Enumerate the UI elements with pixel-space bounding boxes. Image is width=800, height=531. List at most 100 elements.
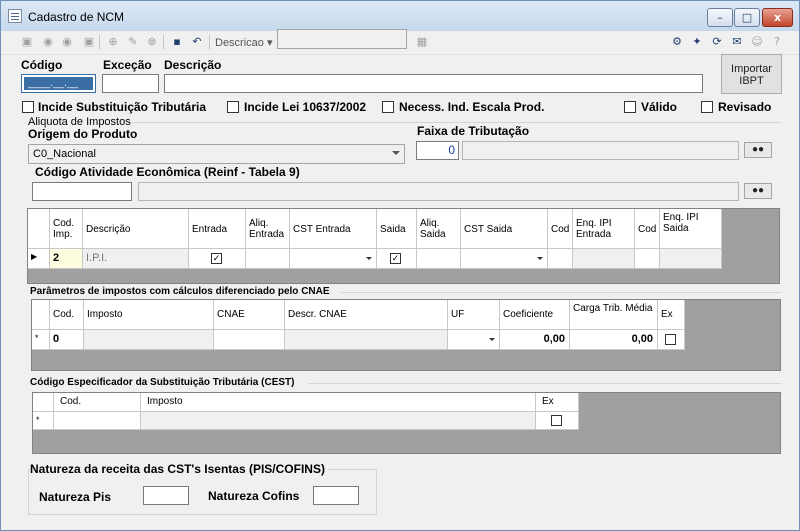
save-icon[interactable]: ▪	[169, 34, 185, 50]
faixa-label: Faixa de Tributação	[417, 124, 530, 138]
binoculars-icon: ●●	[751, 185, 765, 196]
col-cnae[interactable]: CNAE	[214, 300, 285, 330]
row-selector-icon[interactable]: ▶	[28, 249, 50, 269]
cell-cod-ipi-entrada[interactable]	[548, 249, 573, 269]
next-icon[interactable]: ◉	[59, 34, 75, 50]
import-ibpt-button[interactable]: Importar IBPT	[721, 54, 782, 94]
refresh-icon[interactable]: ⟳	[709, 34, 725, 50]
descricao-input[interactable]	[164, 74, 703, 93]
col-cnae-imposto[interactable]: Imposto	[84, 300, 214, 330]
cell-aliq-entrada[interactable]	[246, 249, 290, 269]
last-icon[interactable]: ▣	[81, 34, 97, 50]
col-cnae-cod[interactable]: Cod.	[50, 300, 84, 330]
close-button[interactable]: x	[762, 8, 793, 27]
cell-uf[interactable]	[448, 330, 500, 350]
cell-entrada[interactable]: ✓	[189, 249, 246, 269]
cell-cnae[interactable]	[214, 330, 285, 350]
cest-group-border	[308, 383, 781, 384]
col-cst-entrada[interactable]: CST Entrada	[290, 209, 377, 249]
valido-checkbox[interactable]	[624, 101, 636, 113]
cell-cest-cod[interactable]	[54, 412, 141, 430]
cnae-ex-checkbox[interactable]	[665, 334, 676, 345]
col-cest-cod[interactable]: Cod.	[54, 393, 141, 412]
chevron-down-icon	[392, 151, 400, 155]
excecao-input[interactable]	[102, 74, 159, 93]
col-entrada[interactable]: Entrada	[189, 209, 246, 249]
codigo-input[interactable]: ____.__.__	[21, 74, 96, 93]
origem-select[interactable]: C0_Nacional	[28, 144, 405, 164]
atividade-input[interactable]	[32, 182, 132, 201]
incide-lei-checkbox[interactable]	[227, 101, 239, 113]
col-uf[interactable]: UF	[448, 300, 500, 330]
cell-cod-imp[interactable]: 2	[50, 249, 83, 269]
config-icon[interactable]: ⚙	[669, 34, 685, 50]
natureza-cofins-input[interactable]	[313, 486, 359, 505]
cell-aliq-saida[interactable]	[417, 249, 461, 269]
escala-prod-checkbox[interactable]	[382, 101, 394, 113]
add-icon[interactable]: ⊕	[105, 34, 121, 50]
incide-st-label: Incide Substituição Tributária	[38, 100, 207, 114]
col-saida[interactable]: Saida	[377, 209, 417, 249]
cell-enq-ipi-entrada	[573, 249, 635, 269]
cell-saida[interactable]: ✓	[377, 249, 417, 269]
cell-carga-trib[interactable]: 0,00	[570, 330, 658, 350]
col-aliq-entrada[interactable]: Aliq. Entrada	[246, 209, 290, 249]
cell-cst-entrada[interactable]	[290, 249, 377, 269]
cest-ex-checkbox[interactable]	[551, 415, 562, 426]
col-cnae-ex[interactable]: Ex	[658, 300, 685, 330]
new-row-icon[interactable]: *	[32, 330, 50, 350]
cod-imp-value: 2	[53, 252, 60, 264]
col-cest-ex[interactable]: Ex	[536, 393, 579, 412]
row-header-corner	[32, 300, 50, 330]
col-cod-imp[interactable]: Cod. Imp.	[50, 209, 83, 249]
entrada-checkbox[interactable]: ✓	[211, 253, 222, 264]
col-enq-ipi-entrada[interactable]: Enq. IPI Entrada	[573, 209, 635, 249]
faixa-search-button[interactable]: ●●	[744, 142, 772, 158]
natureza-pis-input[interactable]	[143, 486, 189, 505]
col-descr-cnae[interactable]: Descr. CNAE	[285, 300, 448, 330]
edit-icon[interactable]: ✎	[125, 34, 141, 50]
col-enq-ipi-saida[interactable]: Enq. IPI Saida	[660, 209, 722, 249]
help-icon[interactable]: ?	[769, 34, 785, 50]
cell-coeficiente[interactable]: 0,00	[500, 330, 570, 350]
note-icon[interactable]: ✉	[729, 34, 745, 50]
saida-checkbox[interactable]: ✓	[390, 253, 401, 264]
cell-cnae-cod[interactable]: 0	[50, 330, 84, 350]
faixa-desc-input	[462, 141, 739, 160]
undo-icon[interactable]: ↶	[189, 34, 205, 50]
toolbar-separator	[99, 35, 100, 50]
col-aliq-saida[interactable]: Aliq. Saida	[417, 209, 461, 249]
revisado-label: Revisado	[718, 100, 772, 114]
col-descricao[interactable]: Descrição	[83, 209, 189, 249]
grid-icon[interactable]: ▦	[414, 34, 430, 50]
col-cest-imposto[interactable]: Imposto	[141, 393, 536, 412]
cnae-cod-value: 0	[53, 333, 60, 345]
cnae-group-title: Parâmetros de impostos com cálculos dife…	[30, 286, 330, 297]
user-icon[interactable]: ☺	[749, 34, 765, 50]
cell-cst-saida[interactable]	[461, 249, 548, 269]
col-carga-trib[interactable]: Carga Trib. Média	[570, 300, 658, 330]
col-coeficiente[interactable]: Coeficiente	[500, 300, 570, 330]
col-cod-ipi-entrada[interactable]: Cod	[548, 209, 573, 249]
cell-cnae-ex[interactable]	[658, 330, 685, 350]
search-input[interactable]	[277, 29, 407, 49]
revisado-checkbox[interactable]	[701, 101, 713, 113]
first-icon[interactable]: ▣	[19, 34, 35, 50]
cell-cest-ex[interactable]	[536, 412, 579, 430]
maximize-button[interactable]: □	[734, 8, 760, 27]
valido-label: Válido	[641, 100, 678, 114]
col-cod-ipi-saida[interactable]: Cod	[635, 209, 660, 249]
atividade-search-button[interactable]: ●●	[744, 183, 772, 199]
col-cst-saida[interactable]: CST Saida	[461, 209, 548, 249]
search-field-dropdown[interactable]: Descricao ▾	[215, 35, 272, 51]
incide-st-checkbox[interactable]	[22, 101, 34, 113]
app-icon	[8, 9, 22, 23]
cell-cod-ipi-saida[interactable]	[635, 249, 660, 269]
prev-icon[interactable]: ◉	[40, 34, 56, 50]
tools-icon[interactable]: ✦	[689, 34, 705, 50]
delete-icon[interactable]: ⊗	[144, 34, 160, 50]
new-row-icon[interactable]: *	[33, 412, 54, 430]
minimize-button[interactable]: –	[707, 8, 733, 27]
faixa-input[interactable]: 0	[416, 141, 459, 160]
escala-prod-label: Necess. Ind. Escala Prod.	[399, 100, 545, 114]
